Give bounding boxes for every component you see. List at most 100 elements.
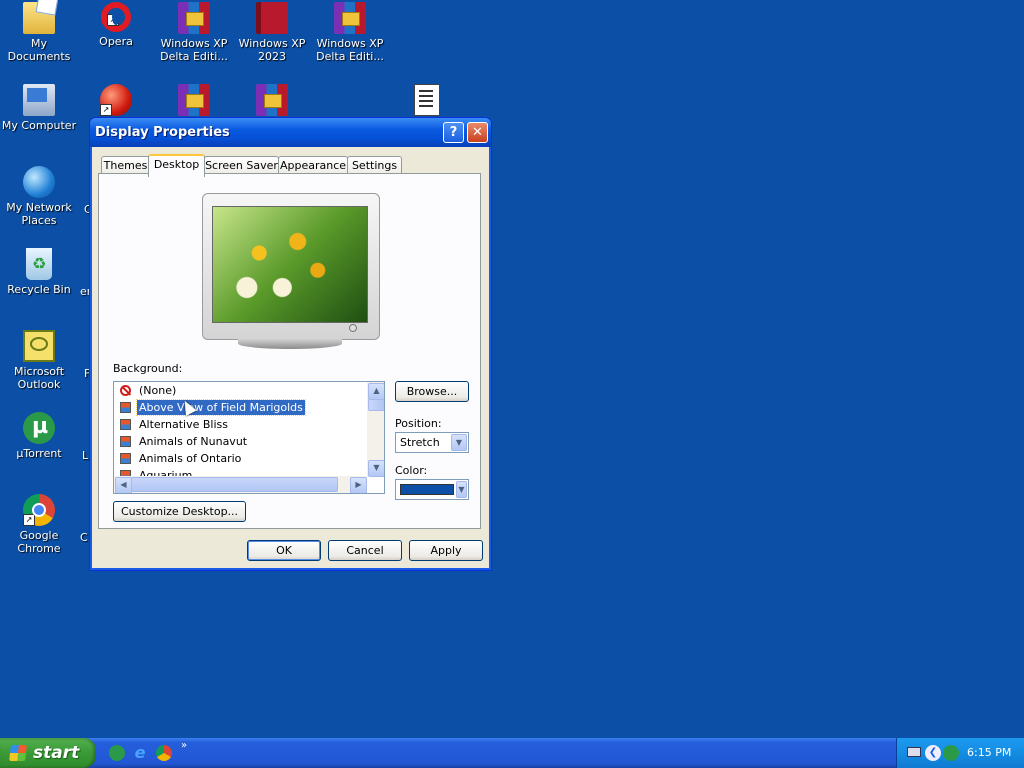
desktop-icon-label: My Computer [1, 119, 77, 132]
red-orb-icon: ↗ [100, 84, 132, 116]
display-properties-dialog: Display Properties ? ✕ Themes Desktop Sc… [89, 117, 492, 571]
partial-desktop-label: C [80, 531, 88, 544]
chevron-down-icon: ▼ [373, 463, 380, 472]
browse-button[interactable]: Browse... [395, 381, 469, 402]
quicklaunch-internet-explorer-icon[interactable]: e [132, 745, 148, 761]
list-item-selected[interactable]: Above View of Field Marigolds [114, 399, 367, 416]
chevron-right-icon: ▶ [355, 480, 362, 489]
list-item-label: (None) [139, 384, 177, 397]
desktop-icon-windows-xp-delta-2[interactable]: Windows XP Delta Editi... [311, 2, 389, 63]
system-tray: ❮ 6:15 PM [896, 738, 1024, 768]
cancel-button[interactable]: Cancel [328, 540, 402, 561]
wallpaper-preview [212, 206, 368, 323]
list-item-label: Animals of Ontario [139, 452, 242, 465]
list-item[interactable]: Animals of Nunavut [114, 433, 367, 450]
document-icon [414, 84, 440, 116]
desktop-icon-chrome[interactable]: ↗ Google Chrome [0, 494, 78, 555]
desktop-icon-label: Windows XP Delta Editi... [316, 37, 384, 63]
desktop-icon-windows-xp-2023[interactable]: Windows XP 2023 [233, 2, 311, 63]
desktop-icon-document[interactable] [388, 84, 466, 119]
image-file-icon [120, 436, 131, 447]
utorrent-icon [23, 412, 55, 444]
position-dropdown[interactable]: Stretch ▼ [395, 432, 469, 453]
quicklaunch-chrome-icon[interactable] [156, 745, 172, 761]
scroll-right-button[interactable]: ▶ [350, 477, 367, 493]
close-button[interactable]: ✕ [467, 122, 488, 143]
taskbar: start e » ❮ 6:15 PM [0, 738, 1024, 768]
start-label: start [33, 743, 80, 763]
chevron-down-icon: ▼ [456, 481, 467, 498]
horizontal-scrollbar[interactable]: ◀ ▶ [114, 476, 367, 493]
list-item[interactable]: (None) [114, 382, 367, 399]
tray-utorrent-icon[interactable] [943, 745, 959, 761]
horizontal-scroll-thumb[interactable] [131, 477, 338, 492]
help-icon: ? [449, 125, 458, 140]
scroll-down-button[interactable]: ▼ [368, 460, 384, 477]
background-label: Background: [113, 362, 183, 375]
apply-button[interactable]: Apply [409, 540, 483, 561]
desktop-icon-network-places[interactable]: My Network Places [0, 166, 78, 227]
help-button[interactable]: ? [443, 122, 464, 143]
chevron-down-icon: ▼ [451, 434, 467, 451]
monitor-preview [202, 193, 380, 349]
opera-icon: ↗ [101, 2, 131, 32]
tab-desktop[interactable]: Desktop [148, 154, 205, 177]
ok-button[interactable]: OK [247, 540, 321, 561]
scroll-up-button[interactable]: ▲ [368, 383, 384, 400]
monitor-stand [238, 338, 342, 349]
customize-desktop-button[interactable]: Customize Desktop... [113, 501, 246, 522]
desktop-icon-outlook[interactable]: Microsoft Outlook [0, 330, 78, 391]
desktop-icon-label: Windows XP 2023 [238, 37, 306, 63]
desktop-icon-archive-3[interactable] [155, 84, 233, 119]
desktop-icon-recycle-bin[interactable]: Recycle Bin [0, 248, 78, 296]
power-led-icon [349, 324, 357, 332]
desktop-icon-label: Google Chrome [17, 529, 61, 555]
position-value: Stretch [400, 436, 440, 449]
winrar-archive-icon [334, 2, 366, 34]
list-item[interactable]: Alternative Bliss [114, 416, 367, 433]
quicklaunch-utorrent-icon[interactable] [109, 745, 125, 761]
desktop-icon-label: My Network Places [6, 201, 72, 227]
partial-desktop-label: L [82, 449, 89, 462]
show-hidden-icons-icon[interactable]: ❮ [925, 745, 941, 761]
keyboard-icon[interactable] [907, 747, 921, 757]
background-list: (None) Above View of Field Marigolds Alt… [114, 382, 367, 484]
chevron-left-icon: ◀ [120, 480, 127, 489]
clock[interactable]: 6:15 PM [967, 746, 1011, 759]
list-item[interactable]: Animals of Ontario [114, 450, 367, 467]
list-item-label: Alternative Bliss [139, 418, 228, 431]
quicklaunch-more-icon[interactable]: » [181, 740, 187, 751]
scroll-left-button[interactable]: ◀ [115, 477, 132, 493]
winrar-archive-icon [256, 84, 288, 116]
image-file-icon [120, 419, 131, 430]
title-bar[interactable]: Display Properties ? ✕ [90, 118, 491, 147]
desktop-icon-label: My Documents [7, 37, 71, 63]
desktop-icon-utorrent[interactable]: µTorrent [0, 412, 78, 460]
desktop-icon-my-documents[interactable]: My Documents [0, 2, 78, 63]
shortcut-arrow-icon: ↗ [23, 514, 35, 526]
image-file-icon [120, 453, 131, 464]
vertical-scroll-thumb[interactable] [368, 399, 384, 411]
start-button[interactable]: start [0, 738, 96, 768]
desktop-icon-red-orb[interactable]: ↗ [77, 84, 155, 119]
desktop-icon-label: Recycle Bin [7, 283, 71, 296]
no-entry-icon [120, 385, 131, 396]
windows-flag-icon [9, 745, 27, 761]
network-places-icon [23, 166, 55, 198]
vertical-scrollbar[interactable]: ▲ ▼ [367, 382, 384, 477]
color-label: Color: [395, 464, 428, 477]
desktop-icon-my-computer[interactable]: My Computer [0, 84, 78, 132]
close-icon: ✕ [472, 125, 483, 140]
recycle-bin-icon [26, 248, 52, 280]
desktop-icon-label: Microsoft Outlook [13, 365, 65, 391]
shortcut-arrow-icon: ↗ [100, 104, 112, 116]
desktop-icon-windows-xp-delta-1[interactable]: Windows XP Delta Editi... [155, 2, 233, 63]
list-item-label: Animals of Nunavut [139, 435, 248, 448]
desktop-icon-opera[interactable]: ↗ Opera [77, 2, 155, 48]
color-picker-button[interactable]: ▼ [395, 479, 469, 500]
desktop-icon-label: µTorrent [16, 447, 62, 460]
position-label: Position: [395, 417, 442, 430]
desktop-icon-archive-4[interactable] [233, 84, 311, 119]
background-listbox[interactable]: (None) Above View of Field Marigolds Alt… [113, 381, 385, 494]
desktop-icon-label: Opera [99, 35, 133, 48]
